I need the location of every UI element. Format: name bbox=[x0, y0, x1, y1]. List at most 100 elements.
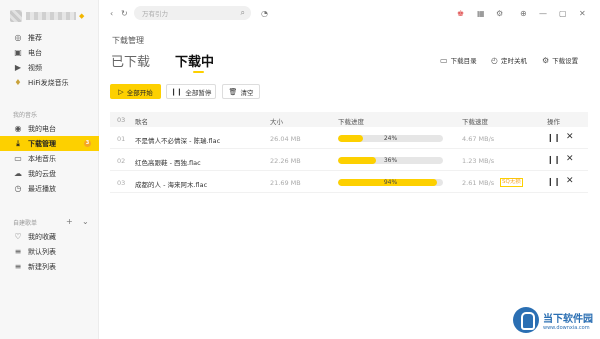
back-icon[interactable]: ‹ bbox=[110, 9, 113, 19]
gift-icon[interactable]: ♚ bbox=[457, 9, 464, 19]
username-blurred[interactable] bbox=[26, 12, 76, 20]
tab-downloaded[interactable]: 已下载 bbox=[111, 51, 150, 70]
timer-icon: ◴ bbox=[491, 55, 498, 65]
my-radio-icon: ◉ bbox=[14, 124, 22, 133]
row-size: 21.69 MB bbox=[270, 179, 301, 187]
settings-icon[interactable]: ⚙ bbox=[496, 9, 503, 19]
row-size: 26.04 MB bbox=[270, 135, 301, 143]
minimize-icon[interactable]: — bbox=[539, 9, 547, 19]
search-placeholder: 万有引力 bbox=[142, 10, 168, 18]
table-row[interactable]: 01 不是情人不必情深 - 陈瑞.flac 26.04 MB 24% 4.67 … bbox=[110, 128, 588, 149]
sidebar-item-my-radio[interactable]: ◉ 我的电台 bbox=[0, 121, 99, 136]
sidebar-item-recommend[interactable]: ◎ 推荐 bbox=[0, 30, 99, 45]
avatar[interactable] bbox=[10, 10, 22, 22]
download-dir-link[interactable]: ▭ 下载目录 bbox=[440, 55, 477, 66]
watermark: 当下软件园 www.downxia.com bbox=[513, 307, 593, 333]
voice-search-icon[interactable]: ◔ bbox=[261, 9, 268, 19]
trash-icon: 🗑 bbox=[228, 87, 238, 96]
add-playlist-icon[interactable]: + bbox=[66, 217, 73, 226]
search-icon[interactable]: ⌕ bbox=[241, 8, 245, 18]
chevron-down-icon[interactable]: ⌄ bbox=[82, 217, 89, 226]
skin-icon[interactable]: ▦ bbox=[477, 9, 485, 19]
clear-label: 清空 bbox=[240, 88, 254, 97]
pause-icon[interactable]: ❙❙ bbox=[547, 155, 560, 164]
sidebar-item-label: 下载管理 bbox=[28, 139, 56, 148]
sidebar-item-download-manager[interactable]: ⤓ 下载管理 3 bbox=[0, 136, 99, 151]
sidebar-item-label: 视频 bbox=[28, 63, 42, 72]
section-label-playlists: 自建歌单 + ⌄ bbox=[0, 216, 99, 229]
sidebar-item-favorites[interactable]: ♡ 我的收藏 bbox=[0, 229, 99, 244]
progress-bar: 94% bbox=[338, 179, 443, 186]
pause-all-label: 全部暂停 bbox=[185, 88, 212, 97]
table-row[interactable]: 03 成都的人 - 海来阿木.flac 21.69 MB 94% 2.61 MB… bbox=[110, 172, 588, 193]
progress-percent: 24% bbox=[383, 135, 398, 142]
refresh-icon[interactable]: ↻ bbox=[121, 9, 128, 19]
col-header-size: 大小 bbox=[270, 118, 283, 126]
search-input[interactable]: 万有引力 ⌕ bbox=[134, 6, 251, 20]
play-icon: ▷ bbox=[118, 87, 124, 96]
sidebar-item-label: 最近播放 bbox=[28, 184, 56, 193]
progress-bar: 24% bbox=[338, 135, 443, 142]
row-title: 不是情人不必情深 - 陈瑞.flac bbox=[135, 137, 221, 145]
vip-diamond-icon[interactable]: ◆ bbox=[79, 12, 88, 20]
pause-icon[interactable]: ❙❙ bbox=[547, 133, 560, 142]
sidebar-item-label: 推荐 bbox=[28, 33, 42, 42]
sidebar-item-recent[interactable]: ◷ 最近播放 bbox=[0, 181, 99, 196]
sidebar-item-radio[interactable]: ▣ 电台 bbox=[0, 45, 99, 60]
local-music-icon: ▭ bbox=[14, 154, 22, 163]
col-header-ops: 操作 bbox=[547, 118, 560, 126]
user-profile[interactable]: ◆ bbox=[10, 9, 92, 23]
sidebar-item-label: 新建列表 bbox=[28, 262, 56, 271]
watermark-url: www.downxia.com bbox=[543, 324, 590, 331]
table-row[interactable]: 02 红色高跟鞋 - 西独.flac 22.26 MB 36% 1.23 MB/… bbox=[110, 150, 588, 171]
heart-icon: ♡ bbox=[14, 232, 22, 241]
shutdown-timer-link[interactable]: ◴ 定时关机 bbox=[491, 55, 527, 66]
download-settings-link[interactable]: ⚙ 下载设置 bbox=[542, 55, 578, 66]
gear-icon: ⚙ bbox=[542, 55, 550, 65]
watermark-name: 当下软件园 bbox=[543, 313, 593, 325]
mini-mode-icon[interactable]: ⊕ bbox=[520, 9, 527, 19]
sidebar-item-default-list[interactable]: ≡ 默认列表 bbox=[0, 244, 99, 259]
quality-tag: SQ无损 bbox=[500, 178, 523, 187]
sidebar-item-label: HiFi发烧音乐 bbox=[28, 78, 69, 87]
row-speed: 4.67 MB/s bbox=[462, 135, 495, 143]
folder-icon: ▭ bbox=[440, 55, 448, 65]
hifi-icon: ♦ bbox=[14, 78, 22, 87]
progress-percent: 94% bbox=[383, 179, 398, 186]
sidebar-item-label: 电台 bbox=[28, 48, 42, 57]
pause-icon: ❙❙ bbox=[170, 87, 183, 96]
close-icon[interactable]: ✕ bbox=[566, 132, 574, 142]
progress-percent: 36% bbox=[383, 157, 398, 164]
history-icon: ◷ bbox=[14, 184, 22, 193]
row-speed: 2.61 MB/s bbox=[462, 179, 495, 187]
close-icon[interactable]: ✕ bbox=[579, 9, 586, 19]
watermark-text: 当下软件园 www.downxia.com bbox=[543, 310, 593, 331]
download-count-badge: 3 bbox=[84, 140, 91, 147]
section-label-my-music: 我的音乐 bbox=[13, 112, 38, 119]
sidebar-item-hifi[interactable]: ♦ HiFi发烧音乐 bbox=[0, 75, 99, 90]
sidebar-item-local-music[interactable]: ▭ 本地音乐 bbox=[0, 151, 99, 166]
start-all-label: 全部开始 bbox=[126, 88, 153, 97]
main-content: 下载管理 已下载 下载中 ▭ 下载目录 ◴ 定时关机 ⚙ 下载设置 ▷ 全部开始… bbox=[99, 28, 600, 339]
list-icon: ≡ bbox=[14, 247, 22, 256]
video-icon: ▶ bbox=[14, 63, 22, 72]
clear-button[interactable]: 🗑 清空 bbox=[222, 84, 260, 99]
start-all-button[interactable]: ▷ 全部开始 bbox=[110, 84, 161, 99]
sidebar-item-new-list[interactable]: ≡ 新建列表 bbox=[0, 259, 99, 274]
sidebar-item-label: 我的云盘 bbox=[28, 169, 56, 178]
sidebar-item-label: 本地音乐 bbox=[28, 154, 56, 163]
maximize-icon[interactable]: ▢ bbox=[559, 9, 567, 19]
close-icon[interactable]: ✕ bbox=[566, 176, 574, 186]
nav-playlists: 自建歌单 + ⌄ ♡ 我的收藏 ≡ 默认列表 ≡ 新建列表 bbox=[0, 216, 99, 274]
tab-downloading[interactable]: 下载中 bbox=[175, 51, 214, 70]
pause-all-button[interactable]: ❙❙ 全部暂停 bbox=[166, 84, 216, 99]
recommend-icon: ◎ bbox=[14, 33, 22, 42]
close-icon[interactable]: ✕ bbox=[566, 154, 574, 164]
sidebar-item-cloud[interactable]: ☁ 我的云盘 bbox=[0, 166, 99, 181]
download-dir-label: 下载目录 bbox=[450, 57, 477, 65]
radio-icon: ▣ bbox=[14, 48, 22, 57]
sidebar-item-video[interactable]: ▶ 视频 bbox=[0, 60, 99, 75]
pause-icon[interactable]: ❙❙ bbox=[547, 177, 560, 186]
list-icon: ≡ bbox=[14, 262, 22, 271]
cloud-icon: ☁ bbox=[14, 169, 22, 178]
